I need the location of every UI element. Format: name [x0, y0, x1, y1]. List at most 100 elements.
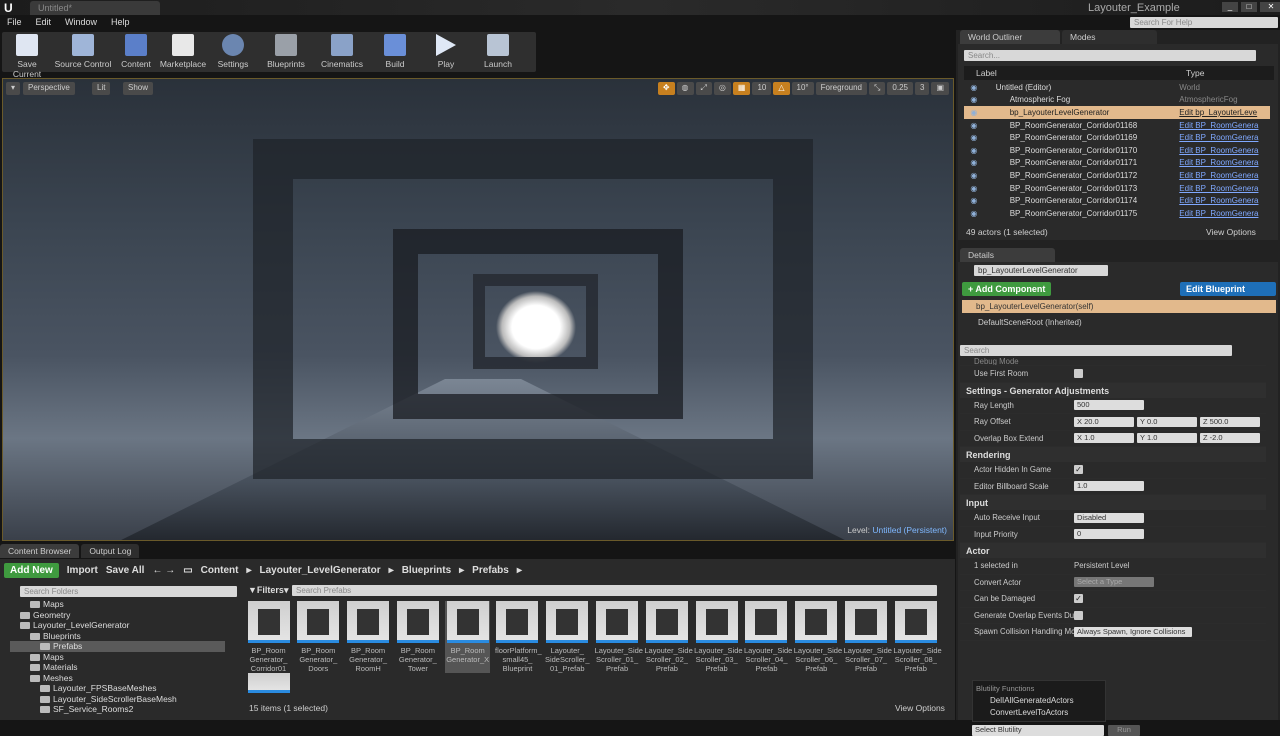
asset-tile[interactable]: BP_Room Generator_ Doors: [296, 601, 341, 673]
select-blutility[interactable]: Select Blutility: [972, 725, 1104, 736]
ray-offset-y[interactable]: Y 0.0: [1137, 416, 1197, 427]
details-search-input[interactable]: Search: [960, 345, 1232, 356]
folder-item[interactable]: Maps: [10, 652, 225, 663]
breadcrumb-content[interactable]: Content: [201, 565, 239, 576]
asset-tile[interactable]: BP_Room Generator_ Tower: [395, 601, 440, 673]
row-type[interactable]: Edit bp_LayouterLeve: [1179, 108, 1270, 117]
asset-tile[interactable]: floorPlatform_ small45_ Blueprint: [495, 601, 542, 673]
billboard-field[interactable]: 1.0: [1074, 481, 1144, 492]
maximize-viewport-icon[interactable]: ▣: [931, 82, 949, 95]
folder-item[interactable]: Layouter_LevelGenerator: [10, 620, 225, 631]
maximize-button[interactable]: □: [1241, 2, 1257, 12]
asset-tile[interactable]: Layouter_Side Scroller_02_ Prefab: [644, 601, 693, 673]
asset-tile[interactable]: Layouter_Side Scroller_07_ Prefab: [844, 601, 892, 673]
eye-icon[interactable]: ◉: [964, 209, 984, 218]
grid-size[interactable]: 10: [752, 82, 772, 95]
eye-icon[interactable]: ◉: [964, 121, 984, 130]
eye-icon[interactable]: ◉: [964, 83, 984, 92]
menu-window[interactable]: Window: [65, 17, 97, 29]
outliner-row[interactable]: ◉ BP_RoomGenerator_Corridor01168 Edit BP_R…: [964, 119, 1270, 132]
category-settings[interactable]: Settings - Generator Adjustments: [960, 382, 1266, 398]
outliner-row[interactable]: ◉ bp_LayouterLevelGenerator Edit bp_Layout…: [964, 106, 1270, 119]
scale-snap-icon[interactable]: ⤡: [869, 82, 886, 95]
asset-tile[interactable]: BP_Room Generator_ Corridor01: [246, 601, 291, 673]
row-type[interactable]: Edit BP_RoomGenera: [1179, 171, 1270, 180]
menu-help[interactable]: Help: [111, 17, 130, 29]
run-button[interactable]: Run: [1108, 725, 1140, 736]
blueprints-button[interactable]: Blueprints: [258, 32, 314, 72]
row-type[interactable]: Edit BP_RoomGenera: [1179, 196, 1270, 205]
asset-tile[interactable]: Layouter_ SideScroller_ 01_Prefab: [545, 601, 590, 673]
row-type[interactable]: Edit BP_RoomGenera: [1179, 146, 1270, 155]
breadcrumb-generator[interactable]: Layouter_LevelGenerator: [259, 565, 380, 576]
folder-item[interactable]: Geometry: [10, 610, 225, 621]
asset-tile[interactable]: Layouter_Side Scroller_08_ Prefab: [893, 601, 942, 673]
folder-item[interactable]: Prefabs: [10, 641, 225, 652]
grid-snap-icon[interactable]: ▦: [732, 82, 751, 95]
folder-item[interactable]: Materials: [10, 662, 225, 673]
edit-blueprint-button[interactable]: Edit Blueprint: [1180, 282, 1276, 296]
convert-select[interactable]: Select a Type: [1074, 577, 1154, 588]
asset-tile[interactable]: [246, 673, 291, 696]
show-button[interactable]: Show: [123, 82, 154, 95]
settings-button[interactable]: Settings: [208, 32, 258, 72]
view-options-button[interactable]: View Options: [895, 703, 945, 713]
menu-edit[interactable]: Edit: [36, 17, 52, 29]
row-type[interactable]: Edit BP_RoomGenera: [1179, 133, 1270, 142]
actor-name-input[interactable]: bp_LayouterLevelGenerator: [974, 265, 1108, 276]
viewport-options-button[interactable]: ▾: [6, 82, 21, 95]
row-type[interactable]: Edit BP_RoomGenera: [1179, 121, 1270, 130]
col-label[interactable]: Label: [976, 68, 997, 78]
save-current-button[interactable]: Save Current: [2, 32, 52, 79]
spawn-select[interactable]: Always Spawn, Ignore Collisions: [1074, 626, 1192, 637]
eye-icon[interactable]: ◉: [964, 171, 984, 180]
category-input[interactable]: Input: [960, 495, 1266, 510]
outliner-row[interactable]: ◉ Atmospheric Fog AtmosphericFog: [964, 94, 1270, 107]
asset-tile[interactable]: Layouter_Side Scroller_01_ Prefab: [595, 601, 643, 673]
eye-icon[interactable]: ◉: [964, 158, 984, 167]
asset-tile[interactable]: Layouter_Side Scroller_06_ Prefab: [794, 601, 842, 673]
tab-world-outliner[interactable]: World Outliner: [960, 30, 1060, 44]
search-assets-input[interactable]: Search Prefabs: [292, 585, 937, 596]
ray-offset-z[interactable]: Z 500.0: [1200, 416, 1260, 427]
folder-item[interactable]: Layouter_FPSBaseMeshes: [10, 683, 225, 694]
search-folders-input[interactable]: Search Folders: [20, 586, 237, 597]
angle-size[interactable]: 10°: [791, 82, 814, 95]
asset-tile[interactable]: Layouter_Side Scroller_04_ Prefab: [744, 601, 792, 673]
blutility-item[interactable]: DelIAllGeneratedActors: [976, 693, 1102, 705]
lit-button[interactable]: Lit: [92, 82, 111, 95]
launch-button[interactable]: Launch: [472, 32, 524, 72]
outliner-row[interactable]: ◉ BP_RoomGenerator_Corridor01170 Edit BP_R…: [964, 144, 1270, 157]
folder-item[interactable]: Layouter_SideScrollerBaseMesh: [10, 694, 225, 705]
cinematics-button[interactable]: Cinematics: [314, 32, 370, 72]
save-all-button[interactable]: Save All: [106, 565, 145, 576]
outliner-view-options[interactable]: View Options: [1206, 227, 1256, 237]
category-rendering[interactable]: Rendering: [960, 447, 1266, 462]
eye-icon[interactable]: ◉: [964, 95, 984, 104]
angle-snap-icon[interactable]: △: [773, 82, 790, 95]
marketplace-button[interactable]: Marketplace: [158, 32, 208, 72]
component-self[interactable]: bp_LayouterLevelGenerator(self): [962, 300, 1276, 313]
outliner-row[interactable]: ◉ BP_RoomGenerator_Corridor01173 Edit BP_R…: [964, 182, 1270, 195]
menu-file[interactable]: File: [7, 17, 22, 29]
filters-button[interactable]: ▼Filters▾: [248, 585, 288, 596]
import-button[interactable]: Import: [67, 565, 98, 576]
folder-item[interactable]: Blueprints: [10, 631, 225, 642]
tab-details[interactable]: Details: [960, 248, 1055, 262]
damaged-checkbox[interactable]: ✓: [1074, 594, 1083, 604]
close-button[interactable]: ✕: [1260, 2, 1280, 12]
content-button[interactable]: Content: [114, 32, 158, 72]
outliner-row[interactable]: ◉ Untitled (Editor) World: [964, 81, 1270, 94]
outliner-row[interactable]: ◉ BP_RoomGenerator_Corridor01169 Edit BP_R…: [964, 131, 1270, 144]
outliner-row[interactable]: ◉ BP_RoomGenerator_Corridor01172 Edit BP_R…: [964, 169, 1270, 182]
document-tab[interactable]: Untitled*: [30, 1, 160, 15]
row-type[interactable]: Edit BP_RoomGenera: [1179, 158, 1270, 167]
play-button[interactable]: Play: [420, 32, 472, 72]
source-control-button[interactable]: Source Control: [52, 32, 114, 72]
breadcrumb-blueprints[interactable]: Blueprints: [402, 565, 451, 576]
eye-icon[interactable]: ◉: [964, 184, 984, 193]
folder-item[interactable]: SF_Service_Rooms2: [10, 704, 225, 715]
component-root[interactable]: DefaultSceneRoot (Inherited): [978, 318, 1082, 327]
eye-icon[interactable]: ◉: [964, 146, 984, 155]
outliner-row[interactable]: ◉ BP_RoomGenerator_Corridor01174 Edit BP_R…: [964, 194, 1270, 207]
